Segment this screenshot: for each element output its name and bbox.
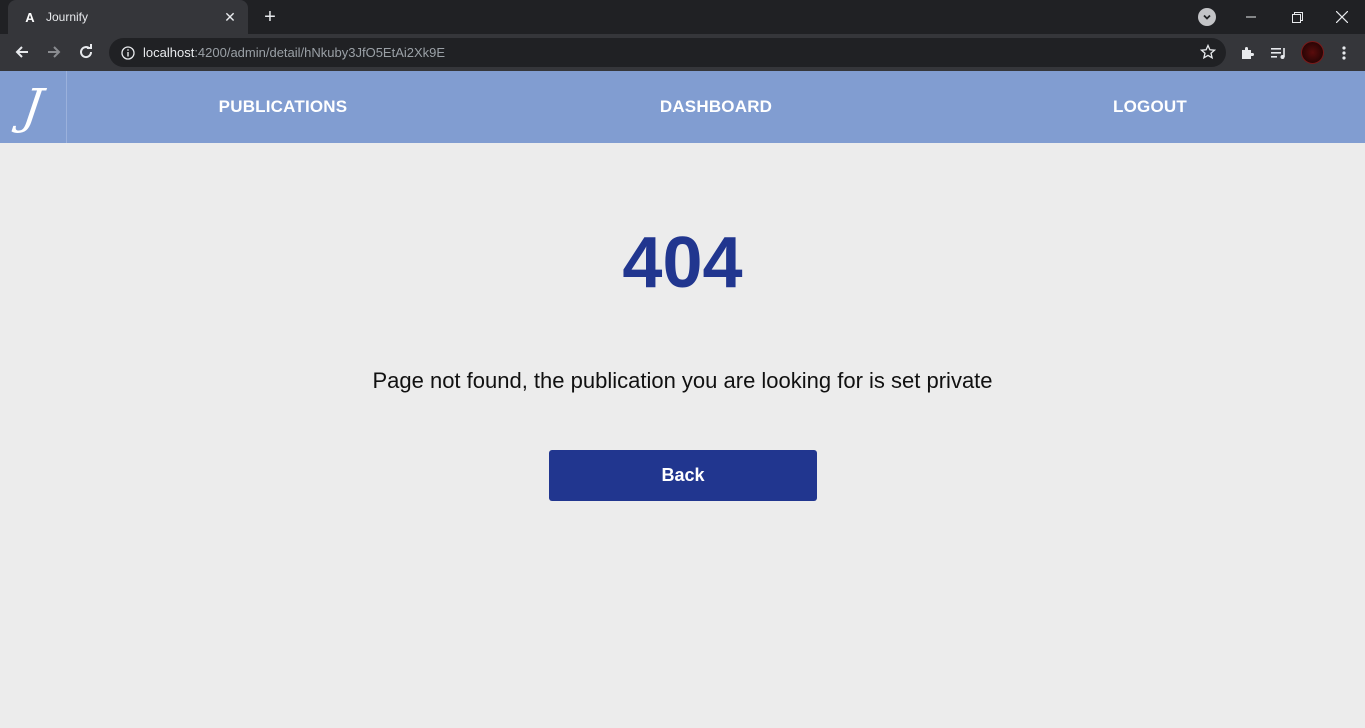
url-host: localhost — [143, 45, 195, 60]
profile-avatar[interactable] — [1301, 41, 1324, 64]
nav-dashboard[interactable]: DASHBOARD — [616, 71, 816, 143]
restore-icon[interactable] — [1274, 0, 1320, 34]
info-icon[interactable] — [121, 45, 135, 60]
back-button[interactable]: Back — [549, 450, 817, 501]
minimize-icon[interactable] — [1228, 0, 1274, 34]
logo-letter: J — [19, 79, 47, 135]
address-bar[interactable]: localhost:4200/admin/detail/hNkuby3JfO5E… — [109, 38, 1226, 67]
journify-logo[interactable]: J — [0, 71, 67, 143]
close-window-icon[interactable] — [1319, 0, 1365, 34]
url-text: localhost:4200/admin/detail/hNkuby3JfO5E… — [143, 45, 445, 60]
new-tab-icon[interactable]: + — [259, 6, 281, 28]
url-path: :4200/admin/detail/hNkuby3JfO5EtAi2Xk9E — [194, 45, 446, 60]
angular-favicon-icon: A — [25, 9, 35, 25]
tab-title: Journify — [46, 10, 89, 24]
nav-logout[interactable]: LOGOUT — [1050, 71, 1250, 143]
media-queue-icon[interactable] — [1269, 43, 1289, 63]
extensions-puzzle-icon[interactable] — [1237, 43, 1257, 63]
tab-close-icon[interactable]: ✕ — [222, 9, 238, 26]
reload-icon[interactable] — [72, 38, 100, 66]
browser-tab[interactable]: A Journify ✕ — [8, 0, 248, 34]
back-arrow-icon[interactable] — [8, 38, 36, 66]
error-code: 404 — [622, 223, 743, 303]
browser-menu-icon[interactable] — [1334, 43, 1354, 63]
tab-search-icon[interactable] — [1198, 8, 1216, 26]
error-message: Page not found, the publication you are … — [372, 368, 993, 393]
browser-toolbar: localhost:4200/admin/detail/hNkuby3JfO5E… — [0, 34, 1365, 71]
browser-tab-strip: A Journify ✕ + — [0, 0, 1365, 34]
forward-arrow-icon[interactable] — [40, 38, 68, 66]
nav-publications[interactable]: PUBLICATIONS — [183, 71, 383, 143]
bookmark-star-icon[interactable] — [1200, 44, 1216, 60]
app-navbar: J PUBLICATIONS DASHBOARD LOGOUT — [0, 71, 1365, 143]
